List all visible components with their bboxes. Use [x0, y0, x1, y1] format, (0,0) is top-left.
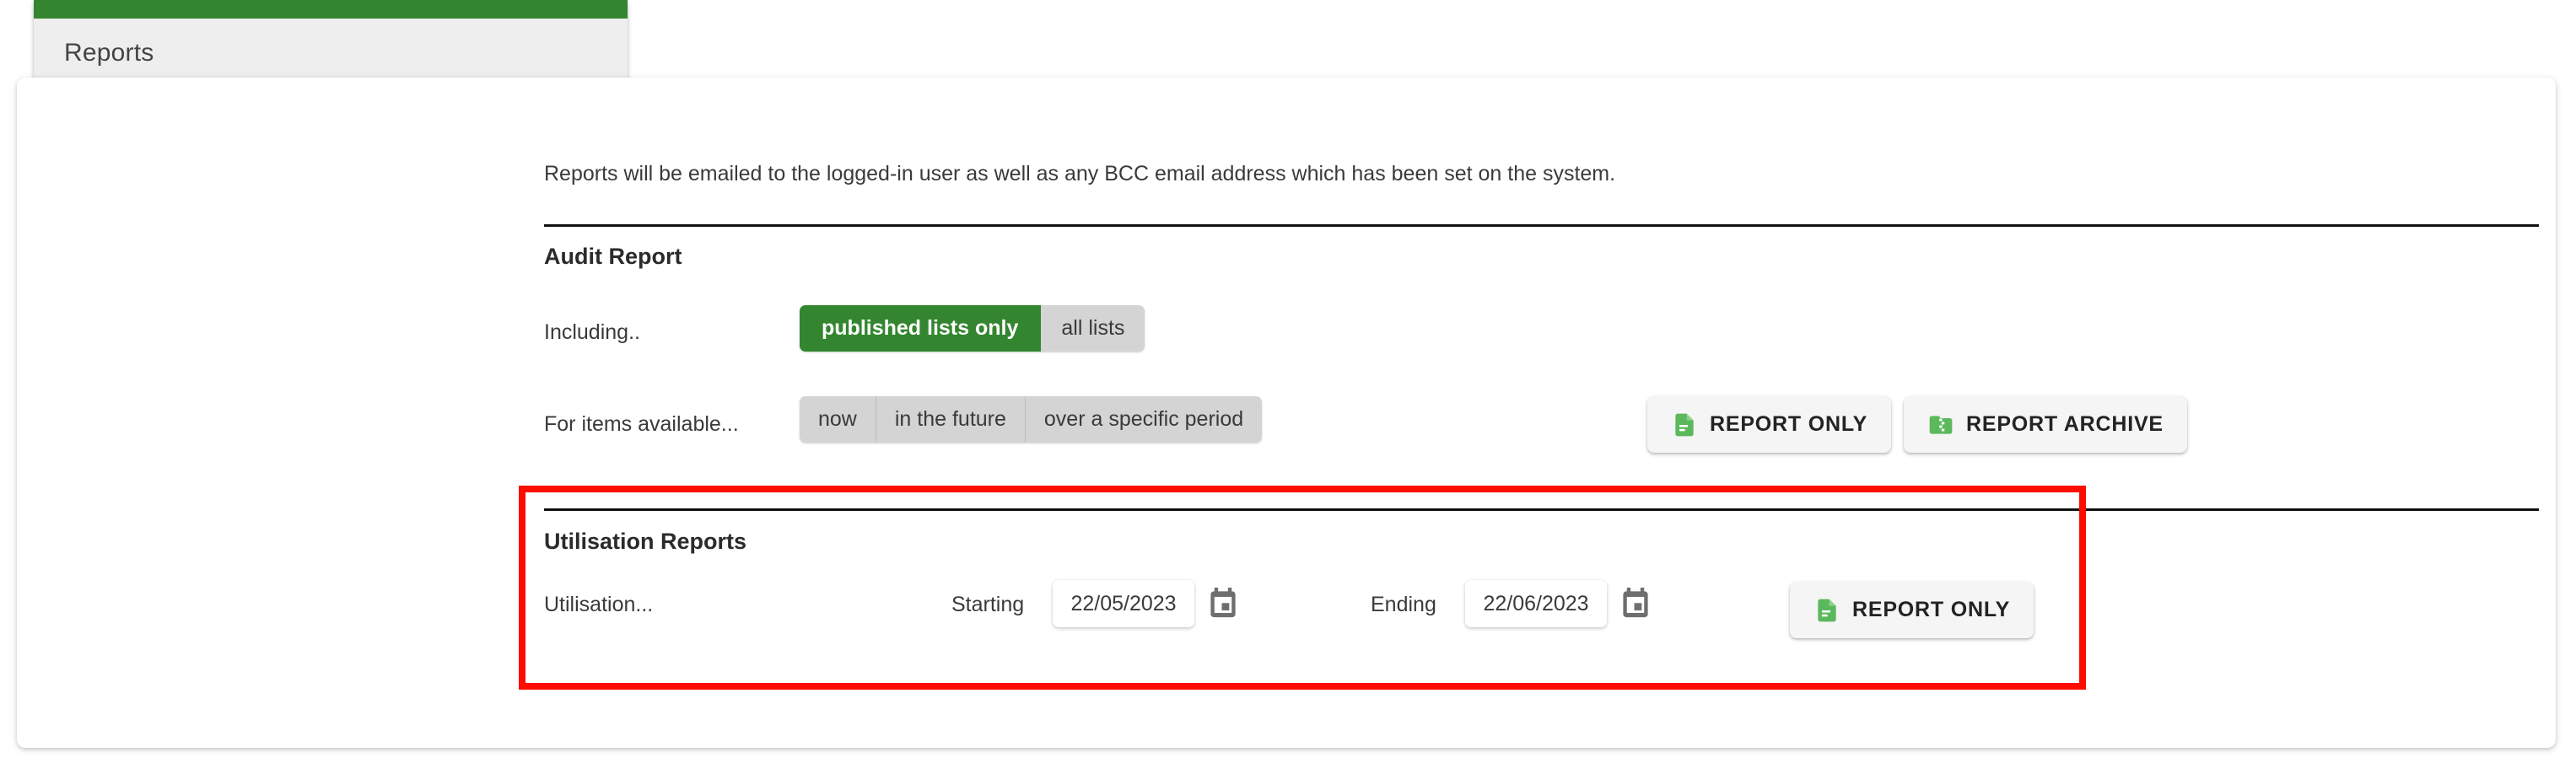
toggle-over-a-specific-period[interactable]: over a specific period [1025, 396, 1263, 443]
toggle-published-lists-only[interactable]: published lists only [800, 305, 1042, 352]
starting-date-input[interactable] [1053, 580, 1194, 627]
calendar-icon[interactable] [1208, 588, 1238, 620]
tab-reports-label: Reports [64, 39, 154, 67]
label-including: Including.. [544, 320, 640, 344]
audit-report-archive-button[interactable]: REPORT ARCHIVE [1904, 396, 2187, 453]
audit-report-only-label: REPORT ONLY [1710, 412, 1868, 436]
ending-date-input[interactable] [1465, 580, 1607, 627]
document-icon [1818, 599, 1836, 621]
toggle-all-lists[interactable]: all lists [1041, 305, 1145, 352]
divider-utilisation [544, 508, 2539, 511]
toggle-group-including[interactable]: published lists only all lists [800, 305, 1145, 352]
toggle-in-the-future[interactable]: in the future [876, 396, 1026, 443]
page-title-utilisation-reports: Utilisation Reports [544, 529, 747, 554]
toggle-group-availability[interactable]: now in the future over a specific period [800, 396, 1263, 443]
reports-page: Reports Reports will be emailed to the l… [0, 0, 2576, 763]
divider-audit [544, 224, 2539, 227]
utilisation-report-only-button[interactable]: REPORT ONLY [1790, 582, 2034, 638]
utilisation-report-only-label: REPORT ONLY [1852, 598, 2011, 621]
intro-text: Reports will be emailed to the logged-in… [544, 162, 1616, 185]
page-title-audit-report: Audit Report [544, 244, 682, 269]
audit-report-archive-label: REPORT ARCHIVE [1966, 412, 2164, 436]
label-starting: Starting [951, 593, 1025, 616]
document-icon [1675, 413, 1694, 436]
label-utilisation: Utilisation... [544, 593, 654, 616]
folder-zip-icon [1929, 415, 1953, 434]
audit-report-only-button[interactable]: REPORT ONLY [1647, 396, 1892, 453]
toggle-now[interactable]: now [800, 396, 876, 443]
calendar-icon[interactable] [1620, 588, 1651, 620]
label-ending: Ending [1371, 593, 1436, 616]
tab-accent-bar [34, 0, 628, 19]
label-for-items-available: For items available... [544, 412, 739, 436]
